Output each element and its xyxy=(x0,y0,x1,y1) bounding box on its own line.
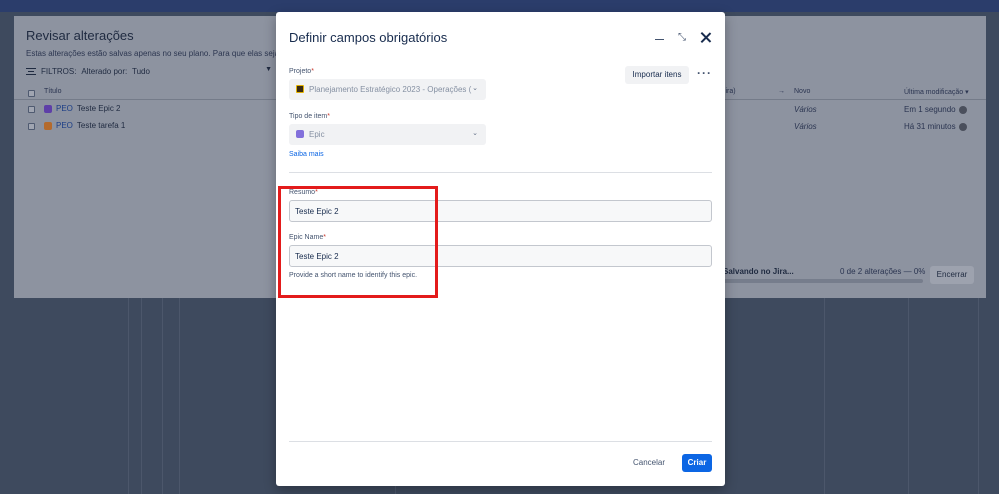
modified-cell: Em 1 segundo xyxy=(904,105,967,114)
chevron-down-icon: ⌄ xyxy=(472,130,478,137)
learn-more-link[interactable]: Saiba mais xyxy=(289,151,324,158)
top-navigation-bar xyxy=(0,0,999,12)
timeline-gridline xyxy=(128,298,129,494)
chevron-down-icon: ▼ xyxy=(265,66,272,73)
task-icon xyxy=(44,121,52,130)
close-review-button[interactable]: Encerrar xyxy=(930,266,974,284)
close-button[interactable] xyxy=(699,30,711,44)
collapse-button[interactable]: ⤡ xyxy=(676,30,688,44)
progress-text: 0 de 2 alterações — 0% xyxy=(840,267,926,276)
import-items-button[interactable]: Importar itens xyxy=(625,66,689,84)
project-select[interactable]: Planejamento Estratégico 2023 - Operaçõe… xyxy=(289,79,486,100)
more-options-icon[interactable]: ··· xyxy=(697,66,711,84)
issue-summary: Teste Epic 2 xyxy=(76,104,121,113)
saving-status: Salvando no Jira... xyxy=(723,267,794,276)
collapse-icon: ⤡ xyxy=(678,31,686,43)
modal-title: Definir campos obrigatórios xyxy=(289,30,448,45)
table-row[interactable]: PEO Teste Epic 2 xyxy=(44,104,120,113)
timeline-gridline xyxy=(908,298,909,494)
timeline-gridline xyxy=(978,298,979,494)
issue-summary: Teste tarefa 1 xyxy=(76,121,126,130)
row-checkbox[interactable] xyxy=(28,123,35,130)
filter-icon xyxy=(26,68,36,75)
changed-by-value: Tudo xyxy=(132,67,150,76)
changed-by-select[interactable]: Tudo ▼ xyxy=(128,64,276,78)
review-panel-subtitle: Estas alterações estão salvas apenas no … xyxy=(26,49,292,58)
avatar xyxy=(958,105,967,114)
timeline-gridline xyxy=(141,298,142,494)
review-panel-title: Revisar alterações xyxy=(26,28,134,43)
project-label: Projeto* xyxy=(289,68,314,75)
progress-bar xyxy=(723,279,923,283)
cancel-button[interactable]: Cancelar xyxy=(629,454,669,472)
minimize-icon xyxy=(654,38,664,40)
new-value: Vários xyxy=(794,105,817,114)
issue-type-value: Epic xyxy=(309,130,325,139)
divider xyxy=(289,172,712,173)
timeline-gridline xyxy=(179,298,180,494)
select-all-checkbox[interactable] xyxy=(28,90,35,97)
row-checkbox[interactable] xyxy=(28,106,35,113)
avatar xyxy=(958,122,967,131)
create-button[interactable]: Criar xyxy=(682,454,712,472)
column-header-last-modified[interactable]: Última modificação ▾ xyxy=(904,88,969,99)
timeline-gridline xyxy=(162,298,163,494)
filters-label: FILTROS: xyxy=(41,67,77,76)
project-value: Planejamento Estratégico 2023 - Operaçõe… xyxy=(309,85,472,94)
required-fields-modal: Definir campos obrigatórios ⤡ Importar i… xyxy=(276,12,725,486)
issue-type-label: Tipo de item* xyxy=(289,113,330,120)
issue-key[interactable]: PEO xyxy=(56,121,73,130)
footer-divider xyxy=(289,441,712,442)
new-value: Vários xyxy=(794,122,817,131)
epic-icon xyxy=(296,130,304,138)
project-icon xyxy=(296,85,304,93)
table-row[interactable]: PEO Teste tarefa 1 xyxy=(44,121,125,130)
arrow-right-icon: → xyxy=(778,88,785,95)
modal-actions: ⤡ xyxy=(653,30,711,44)
column-header-new[interactable]: Novo xyxy=(794,88,810,99)
close-icon xyxy=(700,32,711,43)
chevron-down-icon: ⌄ xyxy=(472,85,478,92)
modified-cell: Há 31 minutos xyxy=(904,122,967,131)
filters-bar: FILTROS: Alterado por: xyxy=(26,67,127,76)
timeline-gridline xyxy=(824,298,825,494)
minimize-button[interactable] xyxy=(653,30,665,44)
changed-by-label: Alterado por: xyxy=(81,67,128,76)
issue-key[interactable]: PEO xyxy=(56,104,73,113)
annotation-highlight-box xyxy=(278,186,438,298)
issue-type-select[interactable]: Epic ⌄ xyxy=(289,124,486,145)
column-header-title[interactable]: Título xyxy=(44,88,62,99)
epic-icon xyxy=(44,104,52,113)
